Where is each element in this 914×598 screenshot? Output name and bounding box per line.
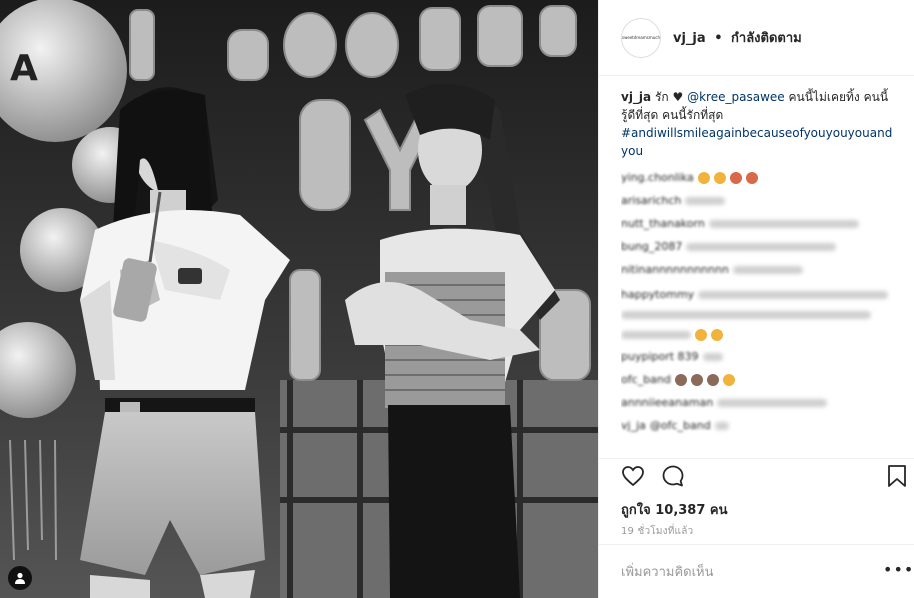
save-button[interactable] <box>883 462 911 490</box>
following-button[interactable]: กำลังติดตาม <box>731 31 802 46</box>
comment-username[interactable]: vj_ja <box>621 417 646 435</box>
comment-bubble-icon <box>662 465 684 487</box>
comment-row: bung_2087 <box>621 235 893 258</box>
comment-username[interactable]: nitinannnnnnnnnnn <box>621 261 729 279</box>
emoji-icon <box>674 373 687 386</box>
emoji-icon <box>722 373 735 386</box>
comment-text-blurred <box>732 265 803 274</box>
comment-username[interactable]: ofc_band <box>621 371 671 389</box>
header-username[interactable]: vj_ja <box>673 31 706 46</box>
post-image: A <box>0 0 598 598</box>
comment-text-blurred <box>621 311 871 319</box>
comment-username[interactable]: puypiport 839 <box>621 348 699 366</box>
comments-list[interactable]: vj_ja รัก ♥ @kree_pasawee คนนี้ไม่เคยทิ้… <box>621 88 893 458</box>
avatar[interactable]: sweetdreamsmuch <box>621 17 661 58</box>
header-separator: • <box>714 31 723 46</box>
tagged-user-icon[interactable] <box>8 566 32 590</box>
divider <box>599 544 914 545</box>
comment-text-blurred <box>702 352 723 361</box>
action-bar <box>599 462 914 494</box>
comment-text-blurred <box>717 398 828 407</box>
emoji-icon <box>711 329 723 341</box>
comment-row: ofc_band <box>621 368 893 391</box>
likes-count[interactable]: ถูกใจ 10,387 คน <box>621 499 728 520</box>
comment-button[interactable] <box>659 462 687 490</box>
emoji-icon <box>713 171 726 184</box>
comment-username[interactable]: bung_2087 <box>621 238 682 256</box>
comment-row: puypiport 839 <box>621 345 893 368</box>
add-comment-input[interactable] <box>621 560 851 584</box>
caption-hashtag-link[interactable]: #andiwillsmileagainbecauseofyouyouyouand… <box>621 126 892 158</box>
comment-username[interactable]: annniieeanaman <box>621 394 713 412</box>
like-button[interactable] <box>619 462 647 490</box>
comment-row: vj_ja @ofc_band <box>621 414 893 437</box>
emoji-icon <box>697 171 710 184</box>
svg-text:A: A <box>10 48 38 89</box>
header-text: vj_ja • กำลังติดตาม <box>673 27 802 48</box>
comment-mention-link[interactable]: @ofc_band <box>650 417 711 435</box>
comment-row: nitinannnnnnnnnnn <box>621 258 893 281</box>
comment-text-blurred <box>686 242 837 251</box>
emoji-icon <box>745 171 758 184</box>
heart-icon <box>622 466 644 487</box>
comment-text-blurred <box>685 196 726 205</box>
bookmark-icon <box>888 465 906 487</box>
comment-row: annniieeanaman <box>621 391 893 414</box>
comment-text-blurred <box>714 421 729 430</box>
comment-row: happytommy <box>621 281 893 345</box>
comment-row: ying.chonlika <box>621 166 893 189</box>
post-timestamp[interactable]: 19 ชั่วโมงที่แล้ว <box>621 524 693 539</box>
caption-mention-link[interactable]: @kree_pasawee <box>687 90 785 104</box>
caption-text-before: รัก ♥ <box>654 90 684 104</box>
post-header: sweetdreamsmuch vj_ja • กำลังติดตาม <box>599 0 914 76</box>
more-options-icon[interactable]: ••• <box>883 560 914 579</box>
emoji-icon <box>706 373 719 386</box>
comment-text-blurred <box>698 291 889 299</box>
emoji-icon <box>695 329 707 341</box>
comment-row: arisarichch <box>621 189 893 212</box>
comment-row: nutt_thanakorn <box>621 212 893 235</box>
caption: vj_ja รัก ♥ @kree_pasawee คนนี้ไม่เคยทิ้… <box>621 88 893 160</box>
comment-username[interactable]: arisarichch <box>621 192 681 210</box>
comment-username[interactable]: happytommy <box>621 286 694 304</box>
comment-username[interactable]: nutt_thanakorn <box>621 215 705 233</box>
comment-text-blurred <box>708 219 859 228</box>
comment-text-blurred <box>621 331 691 339</box>
post-photo[interactable]: A <box>0 0 598 598</box>
comment-username[interactable]: ying.chonlika <box>621 169 694 187</box>
emoji-icon <box>729 171 742 184</box>
divider <box>599 458 914 459</box>
post-details-panel: sweetdreamsmuch vj_ja • กำลังติดตาม vj_j… <box>598 0 914 598</box>
avatar-text: sweetdreamsmuch <box>622 35 660 40</box>
caption-username[interactable]: vj_ja <box>621 90 651 104</box>
emoji-icon <box>690 373 703 386</box>
